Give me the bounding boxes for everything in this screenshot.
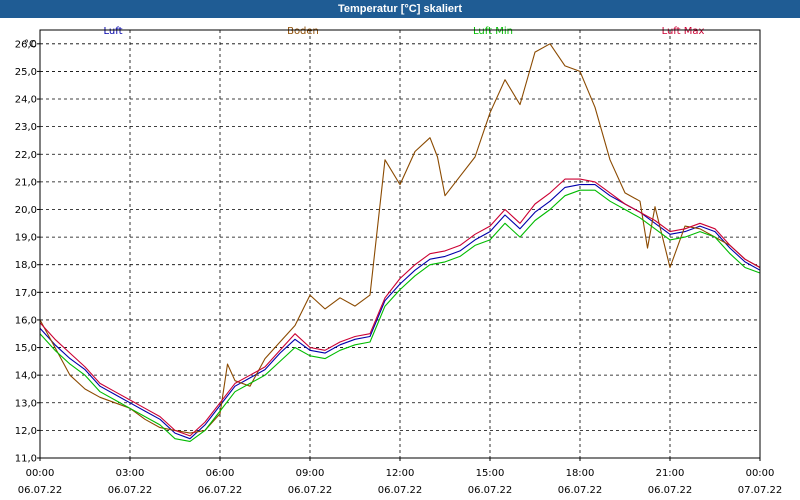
chart-window: Temperatur [°C] skaliert 11,0 12,0 13,0 14,… [0,0,800,500]
legend-entry-luft-max: Luft Max [662,26,705,37]
x-tick-time-label: 00:00 [26,468,55,479]
x-tick-time-label: 12:00 [386,468,415,479]
x-tick-time-label: 03:00 [116,468,145,479]
y-tick-label: 21,0 [15,177,37,188]
y-tick-label: 25,0 [15,67,37,78]
x-tick-time-label: 21:00 [656,468,685,479]
y-tick-label: 23,0 [15,122,37,133]
legend-entry-luft-min: Luft Min [473,26,513,37]
y-tick-label: 12,0 [15,426,37,437]
y-tick-label: 15,0 [15,343,37,354]
y-tick-label: 24,0 [15,95,37,106]
y-tick-label: 16,0 [15,315,37,326]
x-tick-date-label: 06.07.22 [558,485,603,496]
y-tick-label: 20,0 [15,205,37,216]
x-tick-time-label: 09:00 [296,468,325,479]
y-tick-label: 19,0 [15,233,37,244]
y-tick-label: 14,0 [15,371,37,382]
x-tick-time-label: 00:00 [746,468,775,479]
x-tick-date-label: 07.07.22 [738,485,783,496]
x-tick-time-label: 15:00 [476,468,505,479]
y-tick-label: 22,0 [15,150,37,161]
legend-entry-boden: Boden [287,26,319,37]
y-tick-label: 18,0 [15,260,37,271]
x-tick-date-label: 06.07.22 [108,485,153,496]
x-tick-date-label: 06.07.22 [288,485,333,496]
x-tick-date-label: 06.07.22 [198,485,243,496]
plot-area [39,29,761,459]
x-tick-time-label: 18:00 [566,468,595,479]
temperature-chart: 11,0 12,0 13,0 14,0 15,0 16,0 17,0 18,0 19,0 20,0… [15,26,783,496]
x-tick-time-label: 06:00 [206,468,235,479]
y-tick-label: 17,0 [15,288,37,299]
y-axis-label: °C [24,39,36,50]
y-tick-label: 11,0 [15,454,37,465]
legend-entry-luft: Luft [104,26,123,37]
x-tick-date-label: 06.07.22 [648,485,693,496]
x-tick-date-label: 06.07.22 [378,485,423,496]
y-tick-label: 13,0 [15,398,37,409]
x-tick-date-label: 06.07.22 [18,485,63,496]
x-tick-date-label: 06.07.22 [468,485,513,496]
